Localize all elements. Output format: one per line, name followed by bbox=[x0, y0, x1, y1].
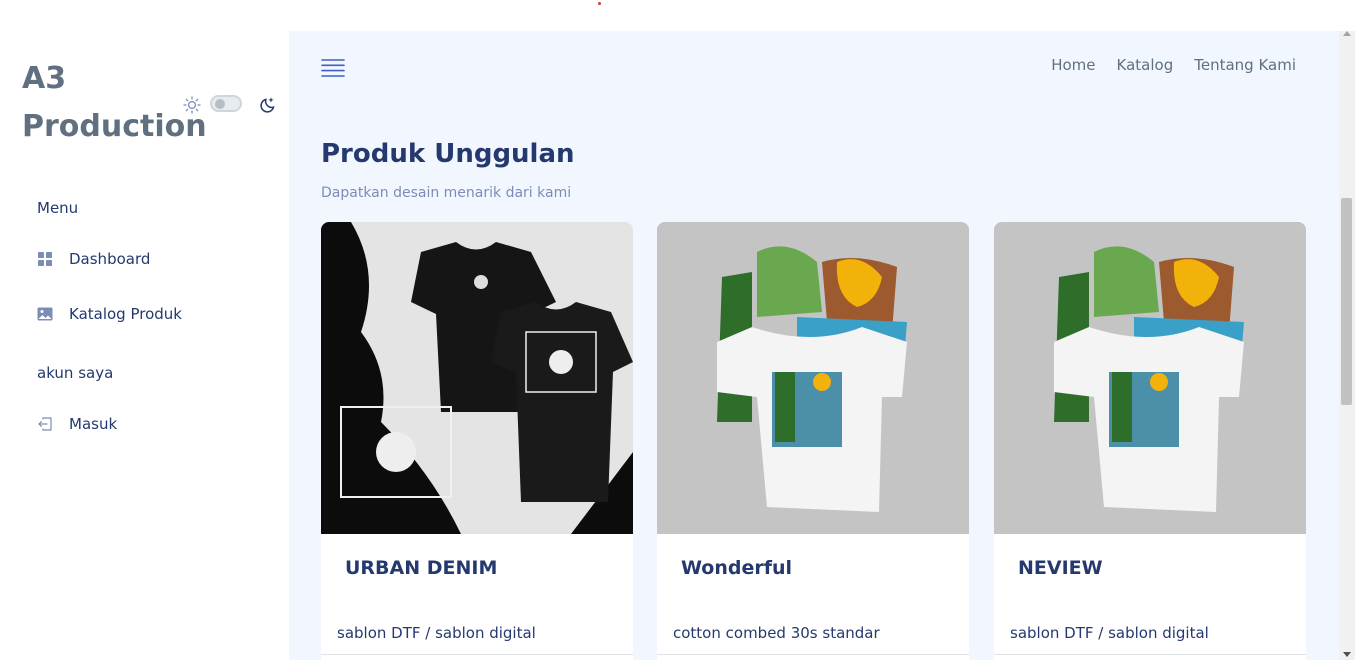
product-image bbox=[321, 222, 633, 534]
product-description: sablon DTF / sablon digital bbox=[1010, 624, 1209, 642]
login-icon bbox=[37, 416, 53, 432]
page-subtitle: Dapatkan desain menarik dari kami bbox=[321, 185, 572, 201]
account-section-title: akun saya bbox=[37, 364, 114, 382]
grid-icon bbox=[37, 251, 53, 267]
page-title: Produk Unggulan bbox=[321, 139, 575, 169]
product-card[interactable]: Wonderful cotton combed 30s standar bbox=[657, 222, 969, 660]
sidebar-item-label: Dashboard bbox=[69, 250, 151, 268]
dark-mode-switch[interactable] bbox=[210, 95, 242, 112]
sun-icon bbox=[183, 96, 201, 114]
theme-toggle bbox=[183, 94, 283, 116]
nav-link-katalog[interactable]: Katalog bbox=[1117, 56, 1174, 74]
product-card[interactable]: NEVIEW sablon DTF / sablon digital bbox=[994, 222, 1306, 660]
product-description: cotton combed 30s standar bbox=[673, 624, 880, 642]
indicator-dot bbox=[598, 2, 601, 5]
nav-link-tentang-kami[interactable]: Tentang Kami bbox=[1194, 56, 1296, 74]
product-description: sablon DTF / sablon digital bbox=[337, 624, 536, 642]
nav-link-home[interactable]: Home bbox=[1051, 56, 1095, 74]
scroll-up-arrow-icon[interactable] bbox=[1343, 31, 1351, 36]
hamburger-menu-icon[interactable] bbox=[321, 58, 345, 78]
product-image bbox=[994, 222, 1306, 534]
menu-section-title: Menu bbox=[37, 199, 79, 217]
product-card[interactable]: URBAN DENIM sablon DTF / sablon digital bbox=[321, 222, 633, 660]
card-divider bbox=[657, 654, 969, 655]
sidebar-item-masuk[interactable]: Masuk bbox=[37, 413, 117, 435]
top-navigation: Home Katalog Tentang Kami bbox=[1051, 56, 1296, 74]
sidebar: A3 Production Menu Dashboard Katalog Pro… bbox=[0, 0, 289, 660]
card-divider bbox=[994, 654, 1306, 655]
moon-icon bbox=[259, 96, 277, 114]
switch-knob bbox=[215, 99, 225, 109]
vertical-scrollbar[interactable] bbox=[1339, 31, 1355, 660]
main-content: Home Katalog Tentang Kami Produk Unggula… bbox=[289, 31, 1339, 660]
sidebar-item-dashboard[interactable]: Dashboard bbox=[37, 248, 150, 270]
scroll-down-arrow-icon[interactable] bbox=[1343, 652, 1351, 657]
sidebar-item-label: Masuk bbox=[69, 415, 118, 433]
sidebar-item-label: Katalog Produk bbox=[69, 305, 182, 323]
sidebar-item-katalog-produk[interactable]: Katalog Produk bbox=[37, 303, 182, 325]
product-image bbox=[657, 222, 969, 534]
card-divider bbox=[321, 654, 633, 655]
brand-title[interactable]: A3 Production bbox=[22, 55, 207, 151]
scrollbar-thumb[interactable] bbox=[1341, 198, 1352, 405]
product-name: URBAN DENIM bbox=[345, 557, 498, 579]
product-name: Wonderful bbox=[681, 557, 793, 579]
image-icon bbox=[37, 306, 53, 322]
product-name: NEVIEW bbox=[1018, 557, 1103, 579]
